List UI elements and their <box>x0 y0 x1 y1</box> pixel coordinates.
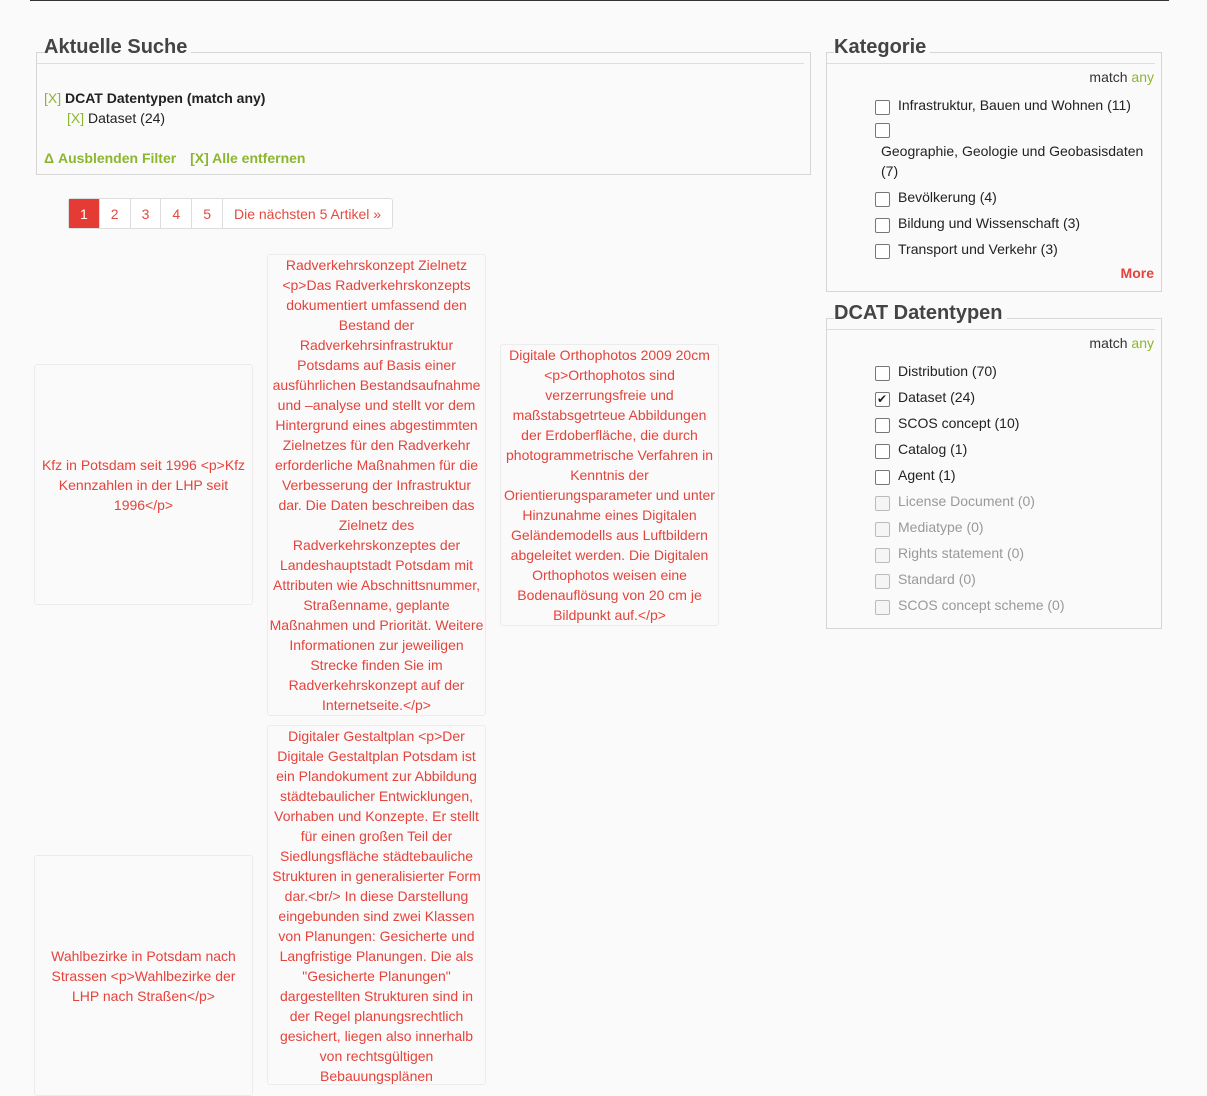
facet-label: Mediatype (0) <box>898 519 984 535</box>
next-pages-link[interactable]: Die nächsten 5 Artikel » <box>221 199 392 228</box>
facet-checkbox[interactable] <box>875 99 890 115</box>
result-card[interactable]: Radverkehrskonzept Zielnetz <p>Das Radve… <box>267 254 486 716</box>
result-card[interactable]: Kfz in Potsdam seit 1996 <p>Kfz Kennzahl… <box>34 364 253 605</box>
more-link[interactable]: More <box>1121 265 1154 281</box>
facet-item-disabled: Standard (0) <box>875 569 976 589</box>
facet-checkbox[interactable] <box>875 417 890 433</box>
pagination: 1 2 3 4 5 Die nächsten 5 Artikel » <box>68 198 394 229</box>
facet-item[interactable]: Catalog (1) <box>875 439 967 459</box>
current-search-title: Aktuelle Suche <box>44 35 192 59</box>
hide-filter-link[interactable]: Δ Ausblenden Filter <box>44 150 176 166</box>
active-facet: [X] DCAT Datentypen (match any) <box>44 88 265 108</box>
facet-checkbox-disabled <box>875 599 890 615</box>
dcat-facet-block: DCAT Datentypen match any Distribution (… <box>826 301 1162 629</box>
facet-item[interactable]: Bevölkerung (4) <box>875 187 997 207</box>
facet-checkbox[interactable] <box>875 217 890 233</box>
facet-label[interactable]: Infrastruktur, Bauen und Wohnen (11) <box>898 95 1131 115</box>
title-rule <box>827 63 1155 64</box>
facet-label[interactable]: Bevölkerung (4) <box>898 187 997 207</box>
facet-label: License Document (0) <box>898 493 1035 509</box>
facet-item[interactable]: Distribution (70) <box>875 361 997 381</box>
facet-item-disabled: Rights statement (0) <box>875 543 1024 563</box>
facet-checkbox[interactable] <box>875 123 890 138</box>
facet-label[interactable]: Distribution (70) <box>898 361 997 381</box>
facet-item-wrapped[interactable]: Geographie, Geologie und Geobasisdaten (… <box>881 141 1151 181</box>
active-facet-value: [X] Dataset (24) <box>67 108 165 128</box>
facet-checkbox[interactable] <box>875 443 890 459</box>
facet-label[interactable]: Dataset (24) <box>898 387 975 407</box>
result-card[interactable]: Digitale Orthophotos 2009 20cm <p>Orthop… <box>500 344 719 626</box>
result-card[interactable]: Wahlbezirke in Potsdam nach Strassen <p>… <box>34 855 253 1096</box>
result-title[interactable]: Radverkehrskonzept Zielnetz <p>Das Radve… <box>268 255 485 715</box>
facet-label[interactable]: Bildung und Wissenschaft (3) <box>898 213 1080 233</box>
match-prefix: match <box>1089 335 1128 351</box>
facet-label[interactable]: Transport und Verkehr (3) <box>898 239 1058 259</box>
facet-checkbox[interactable] <box>875 243 890 259</box>
facet-checkbox-disabled <box>875 521 890 537</box>
current-search-panel: Aktuelle Suche [X] DCAT Datentypen (matc… <box>36 35 811 175</box>
result-title[interactable]: Digitale Orthophotos 2009 20cm <p>Orthop… <box>501 345 718 625</box>
facet-item[interactable]: Bildung und Wissenschaft (3) <box>875 213 1080 233</box>
facet-label[interactable]: Agent (1) <box>898 465 956 485</box>
facet-label[interactable]: SCOS concept (10) <box>898 413 1019 433</box>
remove-all-link[interactable]: [X] Alle entfernen <box>190 150 305 166</box>
facet-item-disabled: SCOS concept scheme (0) <box>875 595 1065 615</box>
facet-item[interactable]: Transport und Verkehr (3) <box>875 239 1058 259</box>
facet-checkbox-disabled <box>875 547 890 563</box>
active-facet-label: DCAT Datentypen (match any) <box>65 90 266 106</box>
active-value-label: Dataset (24) <box>88 110 166 126</box>
title-rule <box>827 329 1155 330</box>
remove-value-link[interactable]: [X] <box>67 110 84 126</box>
match-value[interactable]: any <box>1131 335 1154 351</box>
page-3[interactable]: 3 <box>129 199 161 228</box>
facet-label: Rights statement (0) <box>898 545 1025 561</box>
facet-item[interactable] <box>875 121 898 138</box>
page-5[interactable]: 5 <box>191 199 222 228</box>
facet-item[interactable]: SCOS concept (10) <box>875 413 1019 433</box>
facet-label: Standard (0) <box>898 571 976 587</box>
facet-item[interactable]: Infrastruktur, Bauen und Wohnen (11) <box>875 95 1131 115</box>
facet-item-disabled: Mediatype (0) <box>875 517 984 537</box>
page-1[interactable]: 1 <box>69 199 99 228</box>
match-any-toggle[interactable]: match any <box>1089 69 1154 85</box>
kategorie-title: Kategorie <box>834 35 931 59</box>
facet-item[interactable]: Agent (1) <box>875 465 956 485</box>
result-title[interactable]: Kfz in Potsdam seit 1996 <p>Kfz Kennzahl… <box>35 455 252 515</box>
result-title[interactable]: Digitaler Gestaltplan <p>Der Digitale Ge… <box>268 726 485 1086</box>
result-title[interactable]: Wahlbezirke in Potsdam nach Strassen <p>… <box>35 946 252 1006</box>
facet-checkbox-disabled <box>875 573 890 589</box>
match-any-toggle[interactable]: match any <box>1089 335 1154 351</box>
facet-label[interactable]: Catalog (1) <box>898 439 967 459</box>
page-2[interactable]: 2 <box>98 199 130 228</box>
facet-checkbox-disabled <box>875 495 890 511</box>
match-value[interactable]: any <box>1131 69 1154 85</box>
facet-checkbox[interactable] <box>875 469 890 485</box>
result-card[interactable]: Digitaler Gestaltplan <p>Der Digitale Ge… <box>267 725 486 1085</box>
dcat-title: DCAT Datentypen <box>834 301 1007 325</box>
page-4[interactable]: 4 <box>160 199 191 228</box>
facet-checkbox[interactable] <box>875 365 890 381</box>
kategorie-facet-block: Kategorie match any Infrastruktur, Bauen… <box>826 35 1162 292</box>
facet-label: SCOS concept scheme (0) <box>898 597 1065 613</box>
facet-item-disabled: License Document (0) <box>875 491 1035 511</box>
match-prefix: match <box>1089 69 1128 85</box>
facet-checkbox[interactable] <box>875 191 890 207</box>
top-divider <box>30 0 1169 1</box>
title-rule <box>37 63 804 64</box>
facet-checkbox-checked[interactable] <box>875 389 890 409</box>
facet-label[interactable]: Geographie, Geologie und Geobasisdaten (… <box>881 143 1143 179</box>
facet-item[interactable]: Dataset (24) <box>875 387 975 409</box>
remove-facet-link[interactable]: [X] <box>44 90 61 106</box>
filter-actions: Δ Ausblenden Filter [X] Alle entfernen <box>44 148 305 168</box>
